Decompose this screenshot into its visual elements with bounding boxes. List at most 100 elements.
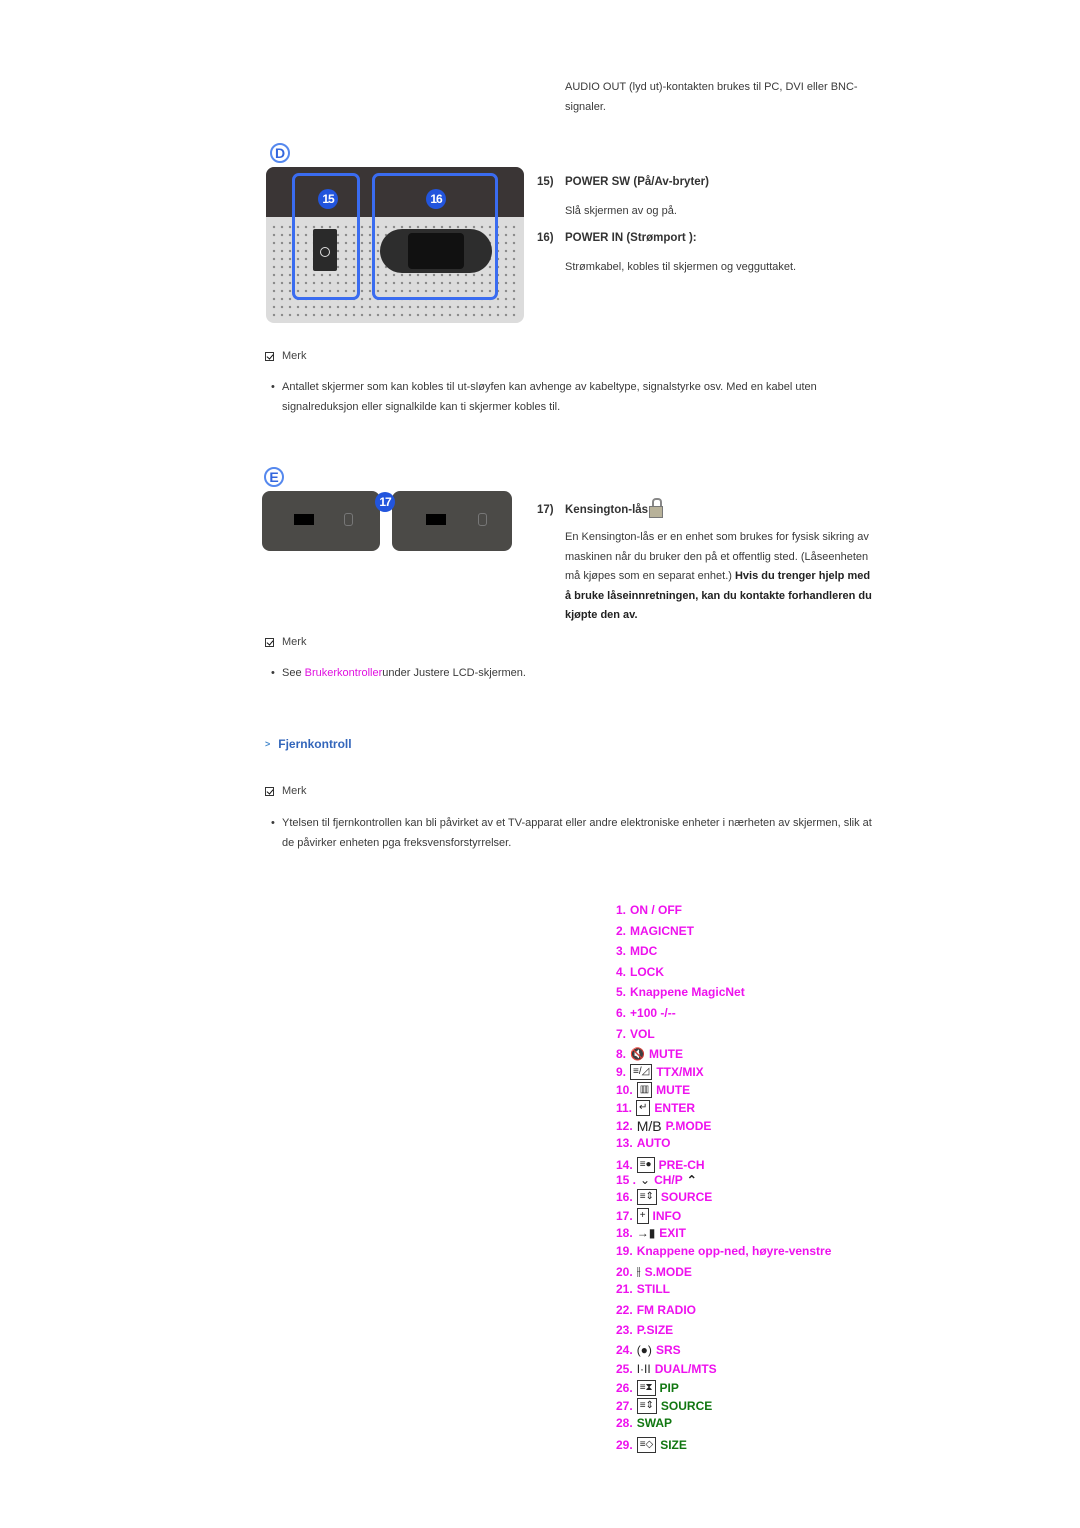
fjernkontroll-heading[interactable]: > Fjernkontroll xyxy=(265,737,352,751)
item-title: POWER IN (Strømport ): xyxy=(565,232,697,244)
item-number: 12. xyxy=(616,1119,633,1133)
remote-button-item: 25. I·II DUAL/MTS xyxy=(616,1362,717,1376)
remote-button-item: 8. 🔇 MUTE xyxy=(616,1047,683,1061)
button-label: SWAP xyxy=(636,1416,673,1430)
remote-button-item: 21. STILL xyxy=(616,1282,670,1296)
power-inlet-icon xyxy=(380,229,492,273)
power-switch-icon xyxy=(313,229,337,271)
sound-mode-icon: ⫲ xyxy=(636,1264,641,1278)
item-number: 25. xyxy=(616,1362,633,1376)
button-label: PIP xyxy=(659,1381,679,1395)
button-label: P.SIZE xyxy=(636,1323,674,1337)
item-15-description: Slå skjermen av og på. xyxy=(565,205,677,217)
button-label: EXIT xyxy=(659,1226,686,1240)
remote-button-item: 7. VOL xyxy=(616,1027,655,1041)
columns-icon: ▥ xyxy=(636,1082,653,1098)
pre-channel-icon: ≡● xyxy=(636,1157,655,1173)
button-label: INFO xyxy=(652,1209,682,1223)
button-label: FM RADIO xyxy=(636,1303,697,1317)
item-16-description: Strømkabel, kobles til skjermen og veggu… xyxy=(565,261,797,273)
button-label: STILL xyxy=(636,1282,671,1296)
item-number: 22. xyxy=(616,1303,633,1317)
button-label: ON / OFF xyxy=(630,903,683,917)
remote-button-item: 23. P.SIZE xyxy=(616,1323,673,1337)
remote-button-item: 15 . ⌄ CH/P ⌃ xyxy=(616,1173,697,1187)
item-number: 21. xyxy=(616,1282,633,1296)
remote-button-item: 13. AUTO xyxy=(616,1136,670,1150)
section-d-badge: D xyxy=(270,143,290,163)
remote-button-item: 3. MDC xyxy=(616,944,657,958)
teletext-mix-icon: ≡/◿ xyxy=(630,1064,653,1080)
note-text: Antallet skjermer som kan kobles til ut-… xyxy=(282,381,817,413)
remote-button-item: 29. ≡◇ SIZE xyxy=(616,1437,687,1453)
section-title-text: Fjernkontroll xyxy=(278,737,352,751)
section-e-badge: E xyxy=(264,467,284,487)
note-suffix: under Justere LCD-skjermen. xyxy=(382,667,526,679)
badge-17: 17 xyxy=(375,492,395,512)
remote-button-item: 20. ⫲ S.MODE xyxy=(616,1264,692,1279)
checkbox-icon xyxy=(265,786,274,796)
exit-door-icon: →▮ xyxy=(636,1226,656,1240)
brukerkontroller-link[interactable]: Brukerkontroller xyxy=(305,667,383,679)
item-number: 9. xyxy=(616,1065,627,1079)
item-number: 27. xyxy=(616,1399,633,1413)
button-label: LOCK xyxy=(630,965,665,979)
item-number: 16) xyxy=(537,232,554,244)
remote-button-item: 4. LOCK xyxy=(616,965,664,979)
note-label: Merk xyxy=(282,785,307,797)
remote-button-item: 5. Knappene MagicNet xyxy=(616,985,745,999)
note-text: Ytelsen til fjernkontrollen kan bli påvi… xyxy=(282,817,872,849)
button-label: TTX/MIX xyxy=(656,1065,704,1079)
note-label: Merk xyxy=(282,350,307,362)
remote-button-item: 27. ≡⇕ SOURCE xyxy=(616,1398,712,1414)
remote-button-item: 14. ≡● PRE-CH xyxy=(616,1157,705,1173)
size-icon: ≡◇ xyxy=(636,1437,657,1453)
enter-icon: ↵ xyxy=(636,1100,651,1116)
remote-button-item: 17. + INFO xyxy=(616,1208,681,1224)
remote-button-item: 22. FM RADIO xyxy=(616,1303,696,1317)
item-number: 11. xyxy=(616,1101,633,1115)
remote-button-item: 6. +100 -/-- xyxy=(616,1006,676,1020)
item-17-description: En Kensington-lås er en enhet som brukes… xyxy=(565,528,875,626)
item-number: 1. xyxy=(616,903,627,917)
item-number: 6. xyxy=(616,1006,627,1020)
note-e-bullet: • See Brukerkontrollerunder Justere LCD-… xyxy=(265,664,875,684)
item-number: 24. xyxy=(616,1343,633,1357)
note-label: Merk xyxy=(282,636,307,648)
source-icon: ≡⇕ xyxy=(636,1189,657,1205)
note-prefix: See xyxy=(282,667,305,679)
bullet-icon: • xyxy=(271,817,275,829)
item-title: POWER SW (På/Av-bryter) xyxy=(565,176,709,188)
button-label: S.MODE xyxy=(644,1264,692,1279)
remote-button-item: 11. ↵ ENTER xyxy=(616,1100,695,1116)
item-number: 18. xyxy=(616,1226,633,1240)
remote-button-item: 18. →▮ EXIT xyxy=(616,1226,686,1240)
item-number: 16. xyxy=(616,1190,633,1204)
item-number: 19. xyxy=(616,1244,633,1258)
button-label: Knappene opp-ned, høyre-venstre xyxy=(636,1244,832,1258)
button-label: AUTO xyxy=(636,1136,671,1150)
note-remote: Merk xyxy=(265,785,306,797)
item-number: 3. xyxy=(616,944,627,958)
item-16-heading: 16) POWER IN (Strømport ): xyxy=(537,232,697,244)
remote-button-item: 26. ≡⧗ PIP xyxy=(616,1380,679,1396)
remote-button-item: 10. ▥ MUTE xyxy=(616,1082,690,1098)
item-17-heading: 17) Kensington-lås xyxy=(537,498,664,520)
badge-16: 16 xyxy=(426,189,446,209)
button-label: DUAL/MTS xyxy=(654,1362,717,1376)
item-number: 15) xyxy=(537,176,554,188)
remote-button-item: 1. ON / OFF xyxy=(616,903,682,917)
button-label: MDC xyxy=(630,944,658,958)
remote-button-item: 28. SWAP xyxy=(616,1416,672,1430)
item-number: 13. xyxy=(616,1136,633,1150)
kensington-photo: E 17 xyxy=(262,464,514,554)
mb-icon: M/B xyxy=(636,1118,662,1134)
item-title: Kensington-lås xyxy=(565,504,649,516)
item-number: 15 . xyxy=(616,1173,637,1187)
item-number: 17. xyxy=(616,1209,633,1223)
note-remote-bullet: • Ytelsen til fjernkontrollen kan bli på… xyxy=(265,814,875,853)
button-label: CH/P xyxy=(654,1173,683,1187)
button-label: P.MODE xyxy=(665,1119,712,1133)
item-number: 7. xyxy=(616,1027,627,1041)
badge-15: 15 xyxy=(318,189,338,209)
